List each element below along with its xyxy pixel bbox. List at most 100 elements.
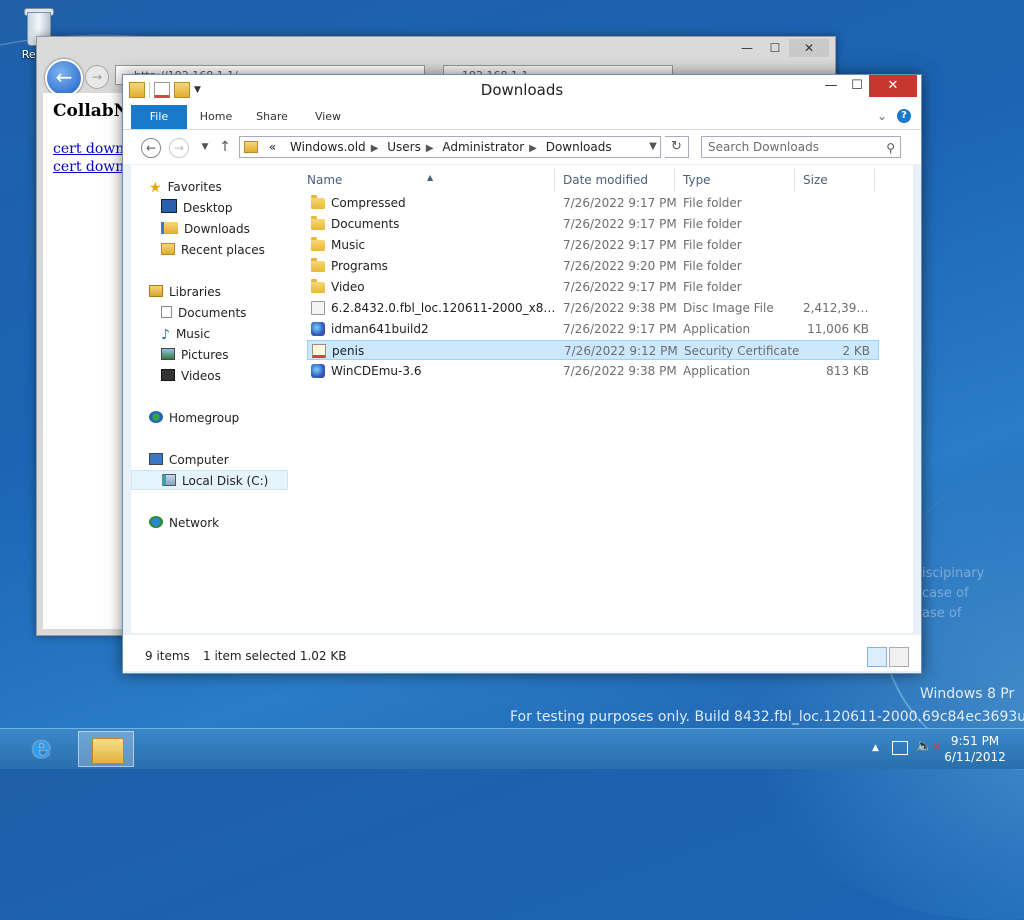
search-icon[interactable]: ⚲ [886,138,895,158]
breadcrumb-separator-icon[interactable]: ▶ [371,143,379,154]
ie-close-button[interactable]: ✕ [789,39,829,57]
volume-muted-icon[interactable]: 🔈✕ [916,739,941,779]
nav-videos[interactable]: Videos [161,366,221,386]
nav-downloads[interactable]: Downloads [161,219,250,239]
music-icon: ♪ [161,327,170,343]
table-row[interactable]: Video 7/26/2022 9:17 PM File folder [307,277,879,297]
videos-icon [161,369,175,381]
explorer-window[interactable]: ▼ Downloads — ☐ ✕ File Home Share View ⌄… [122,74,922,674]
cell-name: Video [331,280,365,294]
cell-name: penis [332,344,365,358]
help-icon[interactable]: ? [897,109,911,123]
disc-image-icon [311,301,325,315]
breadcrumb-administrator[interactable]: Administrator [442,140,524,154]
table-row[interactable]: penis 7/26/2022 9:12 PM Security Certifica… [307,340,879,360]
refresh-button[interactable]: ↻ [665,136,689,158]
cell-date: 7/26/2022 9:17 PM [563,196,677,210]
minimize-button[interactable]: — [817,75,845,97]
column-header-size[interactable]: Size [795,169,875,191]
ie-back-button[interactable]: ← [45,59,83,97]
nav-desktop[interactable]: Desktop [161,198,233,218]
breadcrumb-windows-old[interactable]: Windows.old [290,140,366,154]
show-hidden-icons-icon[interactable]: ▲ [872,743,879,783]
nav-network[interactable]: Network [149,513,219,533]
nav-pictures[interactable]: Pictures [161,345,229,365]
close-button[interactable]: ✕ [869,75,917,97]
table-row[interactable]: idman641build2 7/26/2022 9:17 PM Applicati… [307,319,879,339]
large-icons-view-button[interactable] [889,647,909,667]
recent-locations-chevron-icon[interactable]: ▼ [195,138,215,158]
cell-type: File folder [683,217,742,231]
cell-type: File folder [683,238,742,252]
details-view-button[interactable] [867,647,887,667]
tab-share[interactable]: Share [249,105,295,129]
application-icon [311,364,325,378]
folder-icon [311,279,325,293]
cell-date: 7/26/2022 9:38 PM [563,301,677,315]
breadcrumb-downloads[interactable]: Downloads [546,140,612,154]
column-header-type[interactable]: Type [675,169,795,191]
homegroup-icon [149,411,163,423]
nav-recent-places[interactable]: Recent places [161,240,265,260]
cell-name: 6.2.8432.0.fbl_loc.120611-2000_x86fre_cl… [331,301,559,315]
breadcrumb-separator-icon[interactable]: ▶ [426,143,434,154]
cell-date: 7/26/2022 9:20 PM [563,259,677,273]
nav-music[interactable]: ♪ Music [161,324,210,344]
address-dropdown-icon[interactable]: ▼ [645,136,661,158]
libraries-icon [149,285,163,297]
nav-favorites[interactable]: ★ Favorites [149,177,222,197]
watermark-fragment: ase of [922,606,962,621]
cell-name: Compressed [331,196,406,210]
ie-maximize-button[interactable]: ☐ [761,39,789,57]
breadcrumb-separator-icon[interactable]: ▶ [529,143,537,154]
cell-date: 7/26/2022 9:17 PM [563,217,677,231]
nav-homegroup[interactable]: Homegroup [149,408,239,428]
search-input[interactable]: Search Downloads ⚲ [701,136,901,158]
cell-date: 7/26/2022 9:38 PM [563,364,677,378]
taskbar-internet-explorer[interactable]: e [18,731,74,767]
table-row[interactable]: WinCDEmu-3.6 7/26/2022 9:38 PM Application… [307,361,879,381]
table-row[interactable]: Music 7/26/2022 9:17 PM File folder [307,235,879,255]
breadcrumb-overflow[interactable]: « [269,140,276,154]
cell-size: 2,412,394 KB [803,301,869,315]
cell-name: Documents [331,217,400,231]
table-row[interactable]: Programs 7/26/2022 9:20 PM File folder [307,256,879,276]
nav-documents[interactable]: Documents [161,303,246,323]
clock-date: 6/11/2012 [944,750,1006,764]
tab-view[interactable]: View [305,105,351,129]
forward-button[interactable]: → [169,138,189,158]
tab-home[interactable]: Home [193,105,239,129]
table-row[interactable]: Compressed 7/26/2022 9:17 PM File folder [307,193,879,213]
expand-ribbon-icon[interactable]: ⌄ [877,109,887,123]
cell-type: Disc Image File [683,301,774,315]
taskbar-file-explorer[interactable] [78,731,134,767]
table-row[interactable]: 6.2.8432.0.fbl_loc.120611-2000_x86fre_cl… [307,298,879,318]
table-row[interactable]: Documents 7/26/2022 9:17 PM File folder [307,214,879,234]
nav-local-disk[interactable]: Local Disk (C:) [131,470,288,490]
item-count: 9 items [145,649,190,663]
column-header-name[interactable]: Name ▲ [299,169,555,191]
clock[interactable]: 9:51 PM 6/11/2012 [940,733,1010,765]
folder-icon [311,195,325,209]
nav-computer[interactable]: Computer [149,450,229,470]
recent-places-icon [161,243,175,255]
ie-minimize-button[interactable]: — [733,39,761,57]
downloads-folder-icon [161,222,178,234]
tab-file[interactable]: File [131,105,187,129]
cell-size: 813 KB [826,364,869,378]
cell-type: Application [683,364,751,378]
back-button[interactable]: ← [141,138,161,158]
network-tray-icon[interactable] [892,741,908,755]
certificate-icon [312,344,326,358]
address-bar[interactable]: « Windows.old ▶ Users ▶ Administrator ▶ Dow… [239,136,661,158]
maximize-button[interactable]: ☐ [843,75,871,97]
cell-size: 11,006 KB [807,322,869,336]
nav-libraries[interactable]: Libraries [149,282,221,302]
ie-forward-button[interactable]: → [85,65,109,89]
up-button[interactable]: ↑ [215,138,235,158]
breadcrumb-users[interactable]: Users [387,140,421,154]
column-header-date[interactable]: Date modified [555,169,675,191]
navigation-bar: ← → ▼ ↑ « Windows.old ▶ Users ▶ Administra… [123,130,921,164]
sort-ascending-icon: ▲ [427,173,434,182]
title-bar[interactable]: ▼ Downloads — ☐ ✕ [123,75,921,105]
